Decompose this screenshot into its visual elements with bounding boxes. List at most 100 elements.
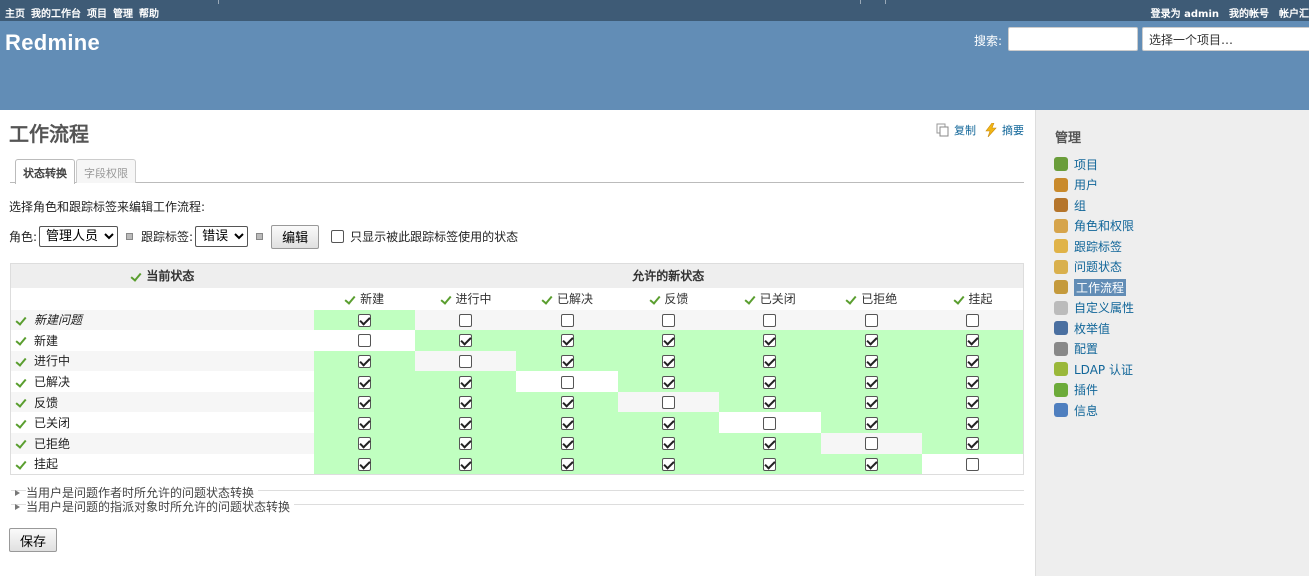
transition-checkbox[interactable] <box>763 437 777 451</box>
sidebar-item[interactable]: 工作流程 <box>1054 277 1134 298</box>
toggle-column-icon[interactable] <box>744 295 756 305</box>
transition-checkbox[interactable] <box>560 375 574 389</box>
sidebar-item-label[interactable]: 插件 <box>1074 381 1098 398</box>
transition-checkbox[interactable] <box>357 313 371 327</box>
toggle-column-icon[interactable] <box>541 295 553 305</box>
toggle-row-icon[interactable] <box>15 398 27 408</box>
transition-checkbox[interactable] <box>560 313 574 327</box>
transition-checkbox[interactable] <box>966 334 980 348</box>
transition-checkbox[interactable] <box>763 375 777 389</box>
sidebar-item[interactable]: 跟踪标签 <box>1054 236 1134 257</box>
top-link-projects[interactable]: 项目 <box>87 9 107 20</box>
project-jump-select[interactable] <box>1142 27 1309 51</box>
transition-checkbox[interactable] <box>661 375 675 389</box>
transition-checkbox[interactable] <box>661 396 675 410</box>
app-title[interactable]: Redmine <box>5 30 100 56</box>
sidebar-item[interactable]: 枚举值 <box>1054 318 1134 339</box>
top-link-help[interactable]: 帮助 <box>139 9 159 20</box>
top-link-my-page[interactable]: 我的工作台 <box>31 9 81 20</box>
transition-checkbox[interactable] <box>459 334 473 348</box>
transition-checkbox[interactable] <box>357 416 371 430</box>
sidebar-item[interactable]: LDAP 认证 <box>1054 359 1134 380</box>
toggle-row-icon[interactable] <box>15 316 27 326</box>
transition-checkbox[interactable] <box>864 354 878 368</box>
transition-checkbox[interactable] <box>459 457 473 471</box>
sidebar-item-label[interactable]: LDAP 认证 <box>1074 361 1133 378</box>
transition-checkbox[interactable] <box>357 396 371 410</box>
transition-checkbox[interactable] <box>966 396 980 410</box>
sidebar-item-label[interactable]: 枚举值 <box>1074 320 1110 337</box>
transition-checkbox[interactable] <box>966 457 980 471</box>
top-link-admin[interactable]: 管理 <box>113 9 133 20</box>
sidebar-item-label[interactable]: 项目 <box>1074 156 1098 173</box>
top-link-account-summary[interactable]: 帐户汇 <box>1279 9 1309 20</box>
transition-checkbox[interactable] <box>864 416 878 430</box>
toggle-column-icon[interactable] <box>344 295 356 305</box>
transition-checkbox[interactable] <box>966 313 980 327</box>
transition-checkbox[interactable] <box>763 416 777 430</box>
transition-checkbox[interactable] <box>560 416 574 430</box>
transition-checkbox[interactable] <box>661 334 675 348</box>
top-link-home[interactable]: 主页 <box>5 9 25 20</box>
transition-checkbox[interactable] <box>661 457 675 471</box>
sidebar-item[interactable]: 角色和权限 <box>1054 216 1134 237</box>
summary-link[interactable]: 摘要 <box>984 122 1024 138</box>
sidebar-item-label[interactable]: 工作流程 <box>1074 278 1127 296</box>
transition-checkbox[interactable] <box>560 396 574 410</box>
transition-checkbox[interactable] <box>864 457 878 471</box>
edit-button[interactable]: 编辑 <box>271 224 320 249</box>
sidebar-item[interactable]: 用户 <box>1054 175 1134 196</box>
toggle-column-icon[interactable] <box>440 295 452 305</box>
transition-checkbox[interactable] <box>763 354 777 368</box>
tab-transitions[interactable]: 状态转换 <box>15 159 75 184</box>
sidebar-item[interactable]: 插件 <box>1054 380 1134 401</box>
check-all-icon[interactable] <box>130 272 142 282</box>
sidebar-item-label[interactable]: 自定义属性 <box>1074 299 1134 316</box>
search-input[interactable] <box>1008 27 1138 51</box>
toggle-row-icon[interactable] <box>15 357 27 367</box>
transition-checkbox[interactable] <box>763 457 777 471</box>
toggle-row-icon[interactable] <box>15 378 27 388</box>
transition-checkbox[interactable] <box>763 313 777 327</box>
transition-checkbox[interactable] <box>459 437 473 451</box>
sidebar-item[interactable]: 配置 <box>1054 339 1134 360</box>
sidebar-item[interactable]: 项目 <box>1054 154 1134 175</box>
transition-checkbox[interactable] <box>966 416 980 430</box>
toggle-row-icon[interactable] <box>15 419 27 429</box>
transition-checkbox[interactable] <box>357 457 371 471</box>
toggle-row-icon[interactable] <box>15 336 27 346</box>
transition-checkbox[interactable] <box>560 457 574 471</box>
tracker-multiselect-toggle-icon[interactable] <box>256 233 264 240</box>
toggle-column-icon[interactable] <box>649 295 661 305</box>
transition-checkbox[interactable] <box>864 396 878 410</box>
transition-checkbox[interactable] <box>459 313 473 327</box>
tab-field-permissions[interactable]: 字段权限 <box>76 159 136 183</box>
transition-checkbox[interactable] <box>459 354 473 368</box>
transition-checkbox[interactable] <box>560 334 574 348</box>
transition-checkbox[interactable] <box>864 375 878 389</box>
transition-checkbox[interactable] <box>357 437 371 451</box>
sidebar-item-label[interactable]: 配置 <box>1074 340 1098 357</box>
sidebar-item-label[interactable]: 问题状态 <box>1074 258 1122 275</box>
sidebar-item[interactable]: 自定义属性 <box>1054 298 1134 319</box>
role-multiselect-toggle-icon[interactable] <box>126 233 134 240</box>
tracker-select[interactable]: 错误 <box>195 226 249 247</box>
transition-checkbox[interactable] <box>661 313 675 327</box>
transition-checkbox[interactable] <box>357 354 371 368</box>
transition-checkbox[interactable] <box>661 354 675 368</box>
copy-link[interactable]: 复制 <box>936 122 976 138</box>
sidebar-item-label[interactable]: 用户 <box>1074 176 1098 193</box>
only-used-statuses-checkbox[interactable] <box>331 230 345 243</box>
transition-checkbox[interactable] <box>357 334 371 348</box>
transition-checkbox[interactable] <box>864 437 878 451</box>
sidebar-item-label[interactable]: 跟踪标签 <box>1074 238 1122 255</box>
top-link-my-account[interactable]: 我的帐号 <box>1229 9 1269 20</box>
transition-checkbox[interactable] <box>763 334 777 348</box>
transition-checkbox[interactable] <box>763 396 777 410</box>
role-select[interactable]: 管理人员 <box>39 226 119 247</box>
transition-checkbox[interactable] <box>966 437 980 451</box>
sidebar-item[interactable]: 组 <box>1054 195 1134 216</box>
toggle-row-icon[interactable] <box>15 460 27 470</box>
save-button[interactable]: 保存 <box>9 528 58 552</box>
sidebar-item[interactable]: 问题状态 <box>1054 257 1134 278</box>
